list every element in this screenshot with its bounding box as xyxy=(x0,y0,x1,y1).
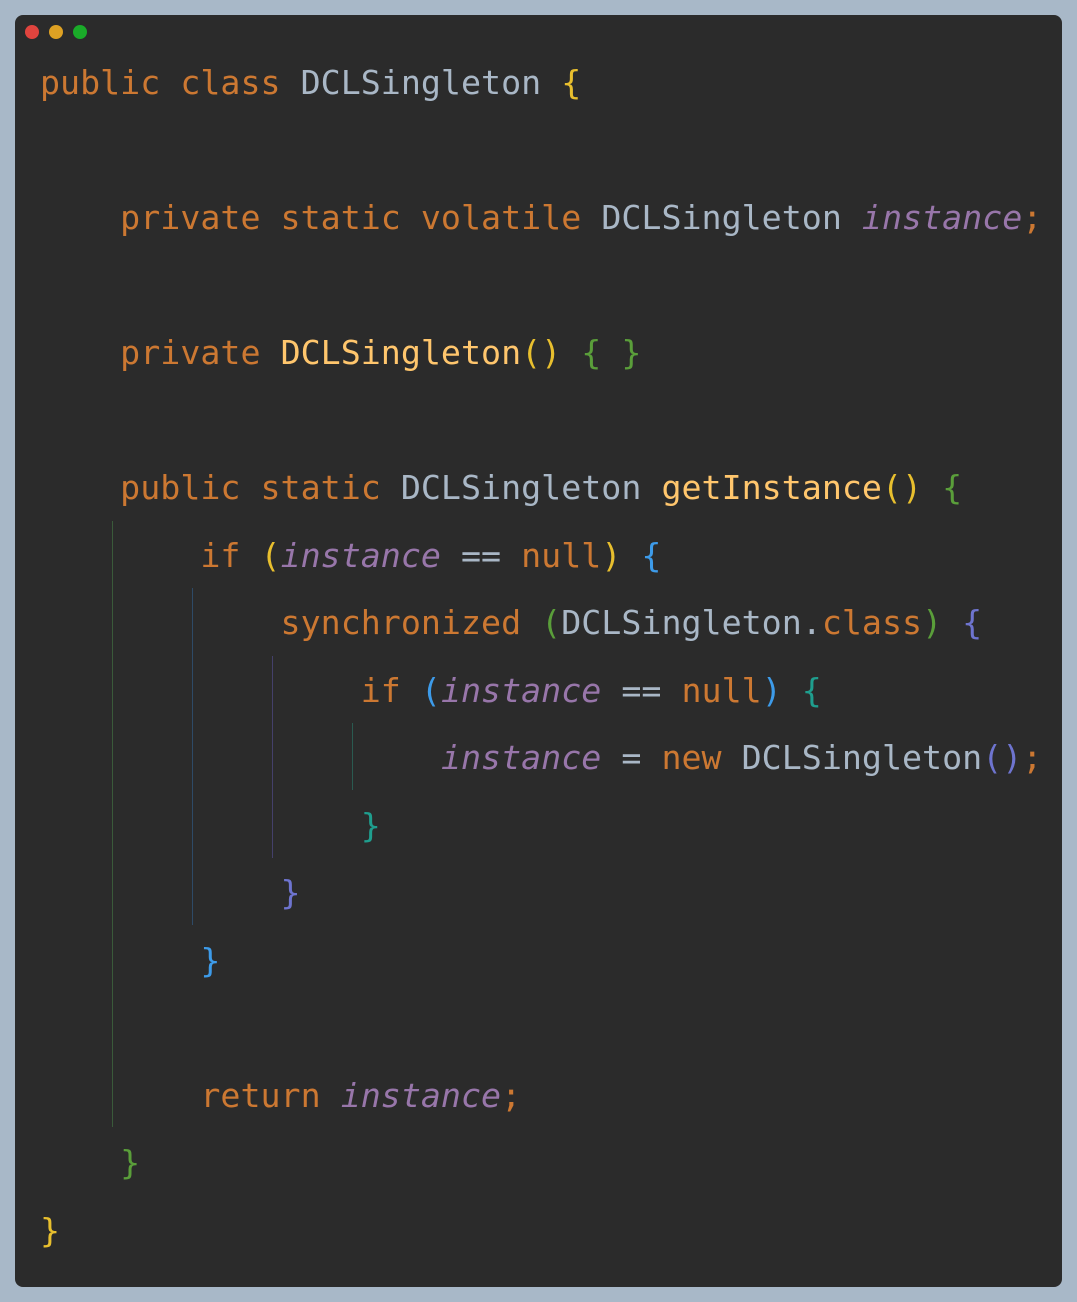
code-token: () xyxy=(881,468,943,507)
code-token: synchronized xyxy=(40,603,542,642)
code-line: if (instance == null) { xyxy=(40,536,661,576)
code-token: } xyxy=(40,805,381,845)
code-token: == xyxy=(440,535,522,575)
code-token: ( xyxy=(420,670,441,710)
code-token: { xyxy=(801,670,822,710)
code-line: } xyxy=(40,941,220,981)
minimize-dot[interactable] xyxy=(49,25,63,39)
code-token: DCLSingleton xyxy=(300,63,562,102)
code-token: getInstance xyxy=(661,468,882,507)
code-token: if xyxy=(40,670,421,710)
code-token: return xyxy=(40,1075,341,1115)
code-token: ) xyxy=(922,603,963,642)
code-line: public class DCLSingleton { xyxy=(40,63,581,103)
code-token: ) xyxy=(601,535,642,575)
code-line: return instance; xyxy=(40,1076,521,1116)
code-line: synchronized (DCLSingleton.class) { xyxy=(40,603,983,643)
code-token: if xyxy=(40,535,261,575)
code-token: ( xyxy=(541,603,562,642)
code-token: } xyxy=(40,1143,141,1182)
code-token: { xyxy=(962,603,983,642)
code-token: () xyxy=(982,738,1023,777)
code-token: instance xyxy=(861,198,1023,237)
close-dot[interactable] xyxy=(25,25,39,39)
code-token: () xyxy=(521,333,582,372)
code-token: } xyxy=(40,873,301,912)
code-token: { xyxy=(942,468,963,507)
code-token: ; xyxy=(1022,198,1043,237)
code-token: null xyxy=(521,535,602,575)
code-token: == xyxy=(601,670,682,710)
code-token: ; xyxy=(1022,738,1043,777)
code-line: } xyxy=(40,806,381,846)
maximize-dot[interactable] xyxy=(73,25,87,39)
code-token: instance xyxy=(280,535,441,575)
code-token: class xyxy=(821,603,923,642)
code-token: instance xyxy=(440,738,602,777)
code-token: DCLSingleton xyxy=(601,198,862,237)
code-token: ; xyxy=(501,1075,522,1115)
code-line: private static volatile DCLSingleton ins… xyxy=(40,198,1042,238)
code-token: } xyxy=(40,940,221,980)
code-line: } xyxy=(40,1211,60,1251)
code-token: { } xyxy=(581,333,642,372)
code-line: if (instance == null) { xyxy=(40,671,822,711)
code-token: DCLSingleton xyxy=(400,468,662,507)
code-token: } xyxy=(40,1210,61,1250)
code-token: null xyxy=(681,670,762,710)
code-line: } xyxy=(40,1143,140,1183)
code-token: instance xyxy=(440,670,602,710)
code-line: private DCLSingleton() { } xyxy=(40,333,641,373)
code-token: public class xyxy=(40,63,301,102)
code-token: { xyxy=(641,535,662,575)
code-line: instance = new DCLSingleton(); xyxy=(40,738,1042,778)
window-controls xyxy=(25,25,87,39)
code-token: new xyxy=(661,738,742,777)
code-token: instance xyxy=(340,1075,502,1115)
code-token: = xyxy=(601,738,662,777)
code-token: private static volatile xyxy=(40,198,602,237)
code-token: DCLSingleton xyxy=(741,738,983,777)
code-token: ( xyxy=(260,535,281,575)
code-token: private xyxy=(40,333,281,372)
code-token: DCLSingleton. xyxy=(561,603,822,642)
code-token: public static xyxy=(40,468,401,507)
code-token: { xyxy=(561,63,582,102)
code-line: } xyxy=(40,873,301,913)
code-token: DCLSingleton xyxy=(280,333,522,372)
code-line: public static DCLSingleton getInstance()… xyxy=(40,468,962,508)
code-token: ) xyxy=(761,670,802,710)
code-window: public class DCLSingleton { private stat… xyxy=(15,15,1062,1287)
